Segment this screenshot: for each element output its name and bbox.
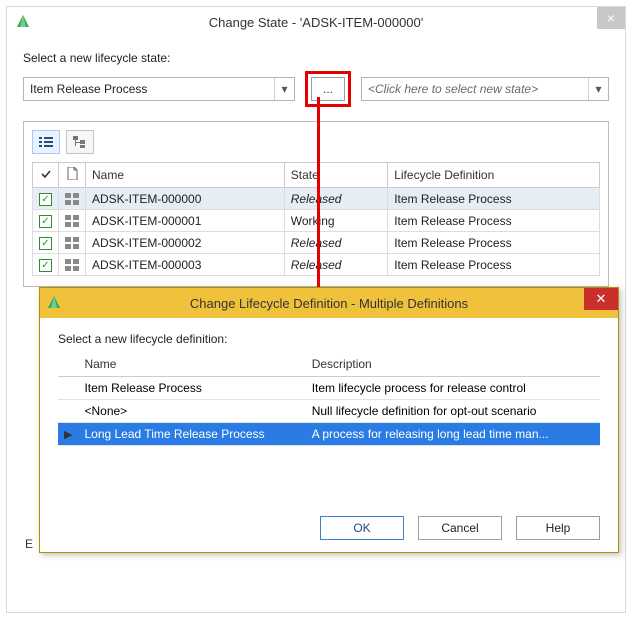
definitions-header-row: Name Description [58,352,600,377]
item-state: Released [284,232,387,254]
tree-view-button[interactable] [66,130,94,154]
items-table: Name State Lifecycle Definition ✓ ADSK-IT… [32,162,600,276]
change-lifecycle-definition-dialog: Change Lifecycle Definition - Multiple D… [39,287,619,553]
col-selector [58,352,78,377]
table-row[interactable]: ✓ ADSK-ITEM-000003ReleasedItem Release Pr… [33,254,600,276]
definition-name: Long Lead Time Release Process [78,423,305,446]
row-selector [58,377,78,400]
col-name[interactable]: Name [86,163,285,188]
definition-desc: Item lifecycle process for release contr… [306,377,600,400]
col-type[interactable] [59,163,86,188]
inner-dialog-body: Select a new lifecycle definition: Name … [40,318,618,552]
row-checkbox[interactable]: ✓ [39,259,52,272]
table-row[interactable]: ✓ ADSK-ITEM-000002ReleasedItem Release Pr… [33,232,600,254]
item-lcdef: Item Release Process [388,232,600,254]
doc-icon [67,167,78,180]
view-toolbar [32,130,600,154]
row-checkbox[interactable]: ✓ [39,215,52,228]
table-row[interactable]: Item Release ProcessItem lifecycle proce… [58,377,600,400]
item-name: ADSK-ITEM-000000 [86,188,285,210]
close-icon[interactable]: × [597,7,625,29]
lifecycle-combo[interactable]: Item Release Process ▾ [23,77,295,101]
definition-desc: A process for releasing long lead time m… [306,423,600,446]
definitions-table: Name Description Item Release ProcessIte… [58,352,600,446]
tree-view-icon [73,136,87,148]
item-lcdef: Item Release Process [388,188,600,210]
dialog-button-row: OK Cancel Help [58,516,600,540]
app-icon [46,294,62,310]
item-state: Released [284,254,387,276]
help-button[interactable]: Help [516,516,600,540]
select-definition-label: Select a new lifecycle definition: [58,332,600,346]
table-row[interactable]: ▶Long Lead Time Release ProcessA process… [58,423,600,446]
titlebar: Change State - 'ADSK-ITEM-000000' × [7,7,625,37]
tile-icon [65,237,79,249]
dialog-body: Select a new lifecycle state: Item Relea… [7,37,625,297]
item-name: ADSK-ITEM-000003 [86,254,285,276]
definition-name: <None> [78,400,305,423]
chevron-down-icon: ▾ [588,78,608,100]
list-view-icon [39,136,53,148]
item-state: Working [284,210,387,232]
ok-button-label: OK [353,521,370,535]
table-row[interactable]: ✓ ADSK-ITEM-000001WorkingItem Release Pro… [33,210,600,232]
cancel-button-label: Cancel [441,521,478,535]
cancel-button[interactable]: Cancel [418,516,502,540]
check-icon [40,168,52,180]
list-view-button[interactable] [32,130,60,154]
items-header-row: Name State Lifecycle Definition [33,163,600,188]
definition-desc: Null lifecycle definition for opt-out sc… [306,400,600,423]
col-state[interactable]: State [284,163,387,188]
col-def-desc[interactable]: Description [306,352,600,377]
col-lcdef[interactable]: Lifecycle Definition [388,163,600,188]
row-checkbox[interactable]: ✓ [39,237,52,250]
row-selector: ▶ [58,423,78,446]
item-lcdef: Item Release Process [388,210,600,232]
lifecycle-combo-text: Item Release Process [24,82,274,96]
row-selector [58,400,78,423]
state-combo[interactable]: <Click here to select new state> ▾ [361,77,609,101]
inner-dialog-title: Change Lifecycle Definition - Multiple D… [190,296,468,311]
items-panel: Name State Lifecycle Definition ✓ ADSK-IT… [23,121,609,287]
col-def-name[interactable]: Name [78,352,305,377]
item-name: ADSK-ITEM-000002 [86,232,285,254]
app-icon [15,13,31,29]
item-lcdef: Item Release Process [388,254,600,276]
item-name: ADSK-ITEM-000001 [86,210,285,232]
tile-icon [65,193,79,205]
chevron-down-icon: ▾ [274,78,294,100]
ok-button[interactable]: OK [320,516,404,540]
table-row[interactable]: ✓ ADSK-ITEM-000000ReleasedItem Release Pr… [33,188,600,210]
item-state: Released [284,188,387,210]
lifecycle-row: Item Release Process ▾ ... <Click here t… [23,71,609,107]
partial-comment-label: E [25,537,33,551]
browse-lifecycle-label: ... [323,82,333,96]
help-button-label: Help [546,521,571,535]
table-row[interactable]: <None>Null lifecycle definition for opt-… [58,400,600,423]
state-combo-placeholder: <Click here to select new state> [362,82,588,96]
row-checkbox[interactable]: ✓ [39,193,52,206]
tile-icon [65,215,79,227]
annotation-highlight: ... [305,71,351,107]
inner-titlebar: Change Lifecycle Definition - Multiple D… [40,288,618,318]
change-state-dialog: Change State - 'ADSK-ITEM-000000' × Sele… [6,6,626,613]
dialog-title: Change State - 'ADSK-ITEM-000000' [209,15,424,30]
select-state-label: Select a new lifecycle state: [23,51,609,65]
definition-name: Item Release Process [78,377,305,400]
close-icon[interactable]: ✕ [584,288,618,310]
tile-icon [65,259,79,271]
col-check[interactable] [33,163,59,188]
